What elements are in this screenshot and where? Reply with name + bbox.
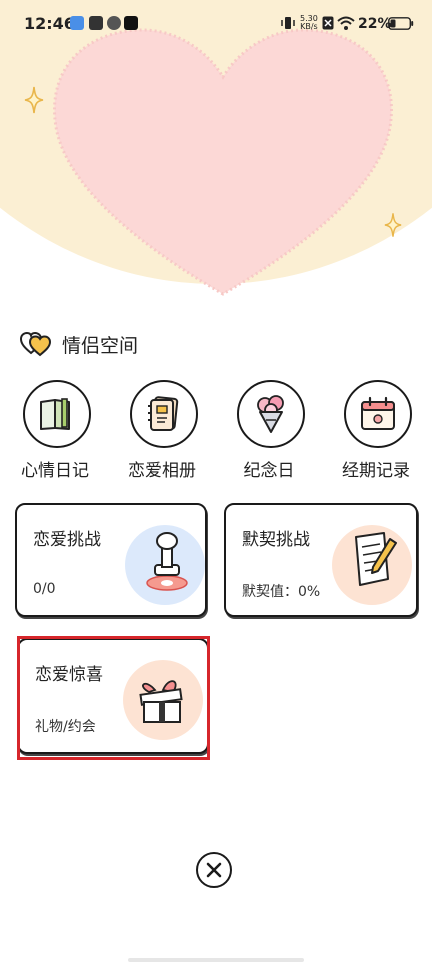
link-app-icon: [107, 16, 121, 30]
home-indicator[interactable]: [128, 958, 304, 962]
couple-hearts-icon: [20, 331, 52, 357]
stamp-icon: [146, 532, 188, 591]
feature-icon-circle: [23, 380, 91, 448]
vibrate-icon: [281, 17, 295, 29]
card-title: 默契挑战: [242, 530, 310, 550]
book-icon: [40, 398, 70, 430]
note-pen-icon: [355, 532, 397, 586]
card-subtitle: 0/0: [33, 581, 56, 597]
network-speed-unit: KB/s: [300, 22, 318, 31]
card-subtitle: 默契值：0%: [242, 584, 321, 600]
calendar-icon: [361, 396, 395, 430]
feature-label: 经期记录: [342, 461, 410, 481]
feature-love-album[interactable]: 恋爱相册: [117, 380, 209, 481]
feature-icon-circle: [237, 380, 305, 448]
mail-app-icon: [89, 16, 103, 30]
card-love-challenge[interactable]: 恋爱挑战 0/0: [15, 503, 207, 617]
feature-anniversary[interactable]: 纪念日: [224, 380, 316, 481]
feature-period-record[interactable]: 经期记录: [331, 380, 423, 481]
feature-label: 恋爱相册: [128, 461, 196, 481]
wifi-icon: [337, 16, 355, 30]
section-title: 情侣空间: [62, 334, 139, 357]
section-header: 情侣空间: [20, 330, 138, 358]
heart-illustration: [53, 28, 393, 296]
sparkle-icon: [24, 86, 44, 114]
card-tacit-challenge[interactable]: 默契挑战 默契值：0%: [224, 503, 418, 617]
feature-icon-circle: [130, 380, 198, 448]
feature-label: 纪念日: [243, 461, 295, 481]
feature-icon-circle: [344, 380, 412, 448]
sparkle-icon: [384, 213, 402, 237]
tiktok-icon: [124, 16, 138, 30]
highlight-frame: [17, 636, 210, 760]
battery-icon: [388, 17, 414, 30]
album-icon: [148, 396, 179, 431]
close-icon: [206, 862, 222, 878]
sim-off-icon: [322, 16, 334, 30]
close-button[interactable]: [196, 852, 232, 888]
status-time: 12:46: [24, 14, 75, 33]
bouquet-icon: [257, 395, 284, 433]
card-title: 恋爱挑战: [33, 530, 101, 550]
network-speed: 5.30 KB/s: [300, 15, 318, 31]
weather-app-icon: [70, 16, 84, 30]
feature-label: 心情日记: [21, 461, 89, 481]
status-bar: 12:46 5.30 KB/s 22%: [0, 0, 432, 50]
battery-percent: 22%: [358, 16, 392, 32]
feature-mood-diary[interactable]: 心情日记: [10, 380, 102, 481]
